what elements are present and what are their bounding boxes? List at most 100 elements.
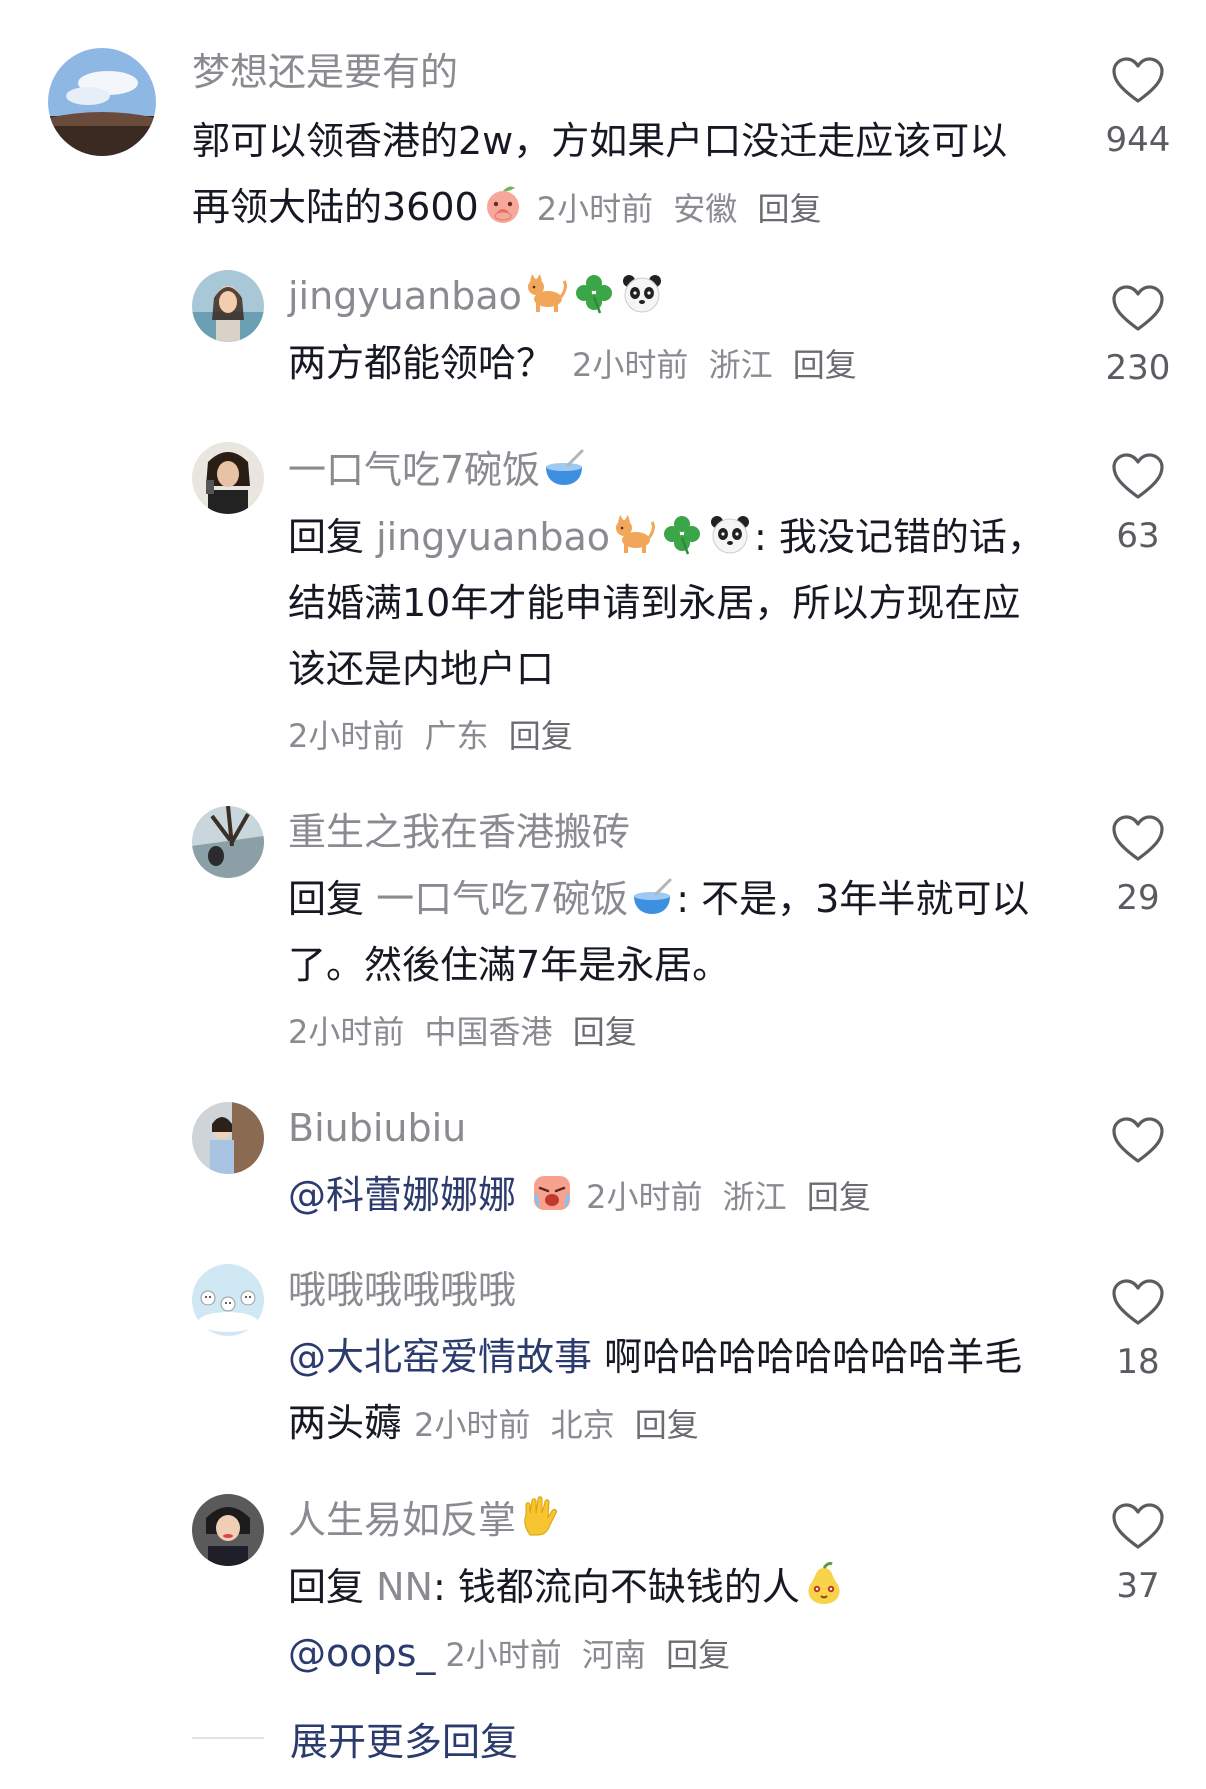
reply-to-username[interactable]: jingyuanbao <box>376 515 610 559</box>
username[interactable]: 人生易如反掌 <box>288 1498 516 1542</box>
reply-to-username[interactable]: 一口气吃7碗饭 <box>376 877 628 921</box>
comment-time: 2小时前 <box>586 1178 703 1216</box>
bowl-emoji-icon <box>542 445 586 489</box>
reply-button[interactable]: 回复 <box>666 1636 730 1674</box>
clover-emoji-icon <box>660 512 704 556</box>
expand-more-replies[interactable]: 展开更多回复 <box>192 1710 518 1766</box>
expand-more-replies-label[interactable]: 展开更多回复 <box>290 1711 518 1766</box>
like-button[interactable]: 29 <box>1090 812 1186 918</box>
comment-time: 2小时前 <box>288 717 405 755</box>
comment-body: 梦想还是要有的 郭可以领香港的2w，方如果户口没迁走应该可以再领大陆的3600 2… <box>192 40 1042 242</box>
panda-emoji-icon <box>620 271 664 315</box>
comment-text: 回复 NN: 钱都流向不缺钱的人 @oops_ 2小时前 河南 回复 <box>288 1554 1058 1688</box>
like-count: 29 <box>1116 878 1160 918</box>
like-button[interactable]: 63 <box>1090 450 1186 556</box>
cat-emoji-icon <box>524 271 568 315</box>
heart-icon <box>1110 1500 1166 1556</box>
panda-emoji-icon <box>708 512 752 556</box>
comment-meta: 2小时前 浙江 回复 <box>586 1178 881 1216</box>
reply-button[interactable]: 回复 <box>635 1406 699 1444</box>
comment-location: 中国香港 <box>424 1013 553 1051</box>
avatar-image <box>192 1102 264 1174</box>
comment-location: 河南 <box>581 1636 646 1674</box>
raised-hand-emoji-icon <box>518 1495 562 1539</box>
reply-button[interactable]: 回复 <box>573 1013 637 1051</box>
avatar[interactable] <box>192 1494 264 1566</box>
comment-text: 回复 一口气吃7碗饭: 不是，3年半就可以了。然後住滿7年是永居。 <box>288 866 1058 998</box>
avatar[interactable] <box>192 442 264 514</box>
comment-text: 回复 jingyuanbao: 我没记错的话，结婚满10年才能申请到永居，所以方… <box>288 504 1058 702</box>
username[interactable]: 梦想还是要有的 <box>192 46 1042 106</box>
like-button[interactable]: 230 <box>1090 282 1186 388</box>
mention-link[interactable]: @科蕾娜娜娜 <box>288 1173 516 1217</box>
reply-button[interactable]: 回复 <box>757 190 821 228</box>
like-count: 944 <box>1105 120 1171 160</box>
clover-emoji-icon <box>572 271 616 315</box>
username[interactable]: 哦哦哦哦哦哦 <box>288 1264 1058 1324</box>
comment-body: 哦哦哦哦哦哦 @大北窑爱情故事 啊哈哈哈哈哈哈哈哈羊毛两头薅 2小时前 北京 回复 <box>288 1256 1058 1458</box>
reply-button[interactable]: 回复 <box>807 1178 871 1216</box>
comment-text: 郭可以领香港的2w，方如果户口没迁走应该可以再领大陆的3600 2小时前 安徽 回… <box>192 108 1042 242</box>
comment-time: 2小时前 <box>288 1013 405 1051</box>
reply-prefix: 回复 <box>288 1565 365 1609</box>
divider-line <box>192 1737 264 1739</box>
reply-button[interactable]: 回复 <box>793 346 857 384</box>
username-row: 人生易如反掌 <box>288 1494 1058 1554</box>
comment-body: 一口气吃7碗饭 回复 jingyuanbao: 我没记错的话，结婚满10年才能申… <box>288 436 1058 766</box>
comment-time: 2小时前 <box>572 346 689 384</box>
like-count: 230 <box>1105 348 1171 388</box>
avatar[interactable] <box>48 48 156 156</box>
avatar[interactable] <box>192 270 264 342</box>
mention-link[interactable]: @大北窑爱情故事 <box>288 1335 592 1379</box>
comment-location: 北京 <box>550 1406 615 1444</box>
comment-meta: 2小时前 北京 回复 <box>414 1406 709 1444</box>
pear-emoji-icon <box>802 1562 846 1606</box>
avatar[interactable] <box>192 1264 264 1336</box>
mention-link[interactable]: @oops_ <box>288 1631 435 1675</box>
avatar-image <box>192 270 264 342</box>
username[interactable]: 一口气吃7碗饭 <box>288 448 540 492</box>
comment-meta: 2小时前 河南 回复 <box>445 1636 740 1674</box>
avatar-image <box>192 1264 264 1336</box>
like-button[interactable]: 944 <box>1090 54 1186 160</box>
comment-text: 两方都能领哈？ 2小时前 浙江 回复 <box>288 330 1058 398</box>
avatar[interactable] <box>192 806 264 878</box>
reply-prefix: 回复 <box>288 877 365 921</box>
heart-icon <box>1110 1276 1166 1332</box>
comment-text: @科蕾娜娜娜 2小时前 浙江 回复 <box>288 1162 1058 1230</box>
comment-content: : 钱都流向不缺钱的人 <box>432 1565 800 1609</box>
comment-meta: 2小时前 中国香港 回复 <box>288 1002 1058 1062</box>
comment-time: 2小时前 <box>414 1406 531 1444</box>
peach-shy-emoji-icon <box>481 182 525 226</box>
heart-icon <box>1110 450 1166 506</box>
reply-to-username[interactable]: NN <box>376 1565 433 1609</box>
heart-icon <box>1110 1114 1166 1170</box>
bowl-emoji-icon <box>630 874 674 918</box>
reply-button[interactable]: 回复 <box>509 717 573 755</box>
heart-icon <box>1110 282 1166 338</box>
avatar-image <box>192 806 264 878</box>
comment-meta: 2小时前 广东 回复 <box>288 706 1058 766</box>
cat-emoji-icon <box>612 512 656 556</box>
comment-location: 浙江 <box>708 346 773 384</box>
comment-time: 2小时前 <box>445 1636 562 1674</box>
avatar[interactable] <box>192 1102 264 1174</box>
like-button[interactable]: 18 <box>1090 1276 1186 1382</box>
like-count: 63 <box>1116 516 1160 556</box>
like-button[interactable] <box>1090 1114 1186 1180</box>
comment-time: 2小时前 <box>536 190 654 228</box>
peach-cry-emoji-icon <box>530 1170 574 1214</box>
username[interactable]: Biubiubiu <box>288 1102 1058 1162</box>
comment-body: Biubiubiu @科蕾娜娜娜 2小时前 浙江 回复 <box>288 1094 1058 1230</box>
avatar-image <box>48 48 156 156</box>
avatar-image <box>192 1494 264 1566</box>
username[interactable]: 重生之我在香港搬砖 <box>288 806 1058 866</box>
username[interactable]: jingyuanbao <box>288 274 522 318</box>
like-count: 18 <box>1116 1342 1160 1382</box>
comment-meta: 2小时前 安徽 回复 <box>537 190 832 228</box>
username-row: jingyuanbao <box>288 270 1058 330</box>
comment-location: 广东 <box>424 717 489 755</box>
comment-body: 人生易如反掌 回复 NN: 钱都流向不缺钱的人 @oops_ 2小时前 河南 回复 <box>288 1486 1058 1688</box>
username-row: 一口气吃7碗饭 <box>288 444 1058 504</box>
like-button[interactable]: 37 <box>1090 1500 1186 1606</box>
